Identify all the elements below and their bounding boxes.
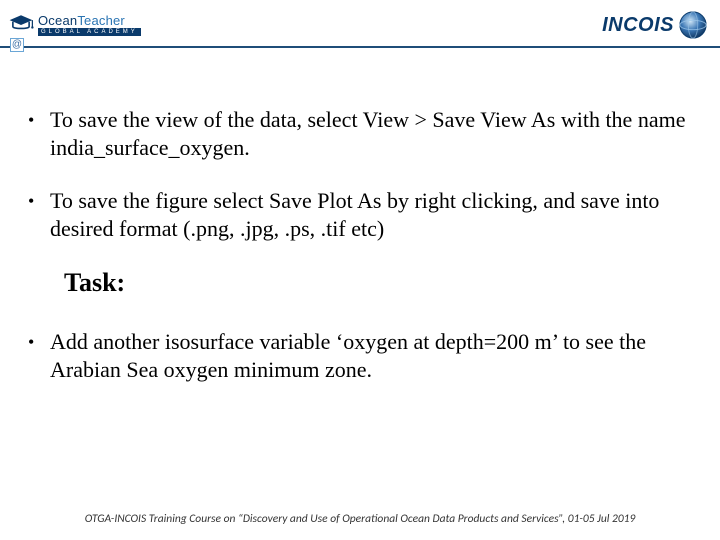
logo-word-teacher: Teacher: [77, 13, 125, 28]
list-item: • To save the figure select Save Plot As…: [28, 187, 702, 242]
oceanteacher-wordmark: OceanTeacher GLOBAL ACADEMY: [38, 14, 141, 36]
slide-header: @ OceanTeacher GLOBAL ACADEMY INCOIS: [0, 0, 720, 48]
bullet-icon: •: [28, 328, 50, 356]
graduation-cap-icon: [8, 12, 34, 38]
globe-icon: [678, 10, 708, 40]
oceanteacher-logo: @ OceanTeacher GLOBAL ACADEMY: [8, 12, 141, 38]
slide-footer: OTGA-INCOIS Training Course on “Discover…: [0, 512, 720, 526]
incois-logo: INCOIS: [602, 10, 708, 40]
bullet-text: Add another isosurface variable ‘oxygen …: [50, 328, 702, 383]
bullet-text: To save the figure select Save Plot As b…: [50, 187, 702, 242]
list-item: • Add another isosurface variable ‘oxyge…: [28, 328, 702, 383]
bullet-list-top: • To save the view of the data, select V…: [28, 106, 702, 242]
bullet-icon: •: [28, 187, 50, 215]
list-item: • To save the view of the data, select V…: [28, 106, 702, 161]
incois-wordmark: INCOIS: [602, 14, 674, 37]
slide-body: • To save the view of the data, select V…: [0, 48, 720, 383]
logo-subtitle: GLOBAL ACADEMY: [38, 28, 141, 36]
at-badge: @: [10, 38, 24, 52]
task-heading: Task:: [64, 268, 702, 298]
logo-word-ocean: Ocean: [38, 13, 77, 28]
bullet-list-task: • Add another isosurface variable ‘oxyge…: [28, 328, 702, 383]
bullet-text: To save the view of the data, select Vie…: [50, 106, 702, 161]
bullet-icon: •: [28, 106, 50, 134]
